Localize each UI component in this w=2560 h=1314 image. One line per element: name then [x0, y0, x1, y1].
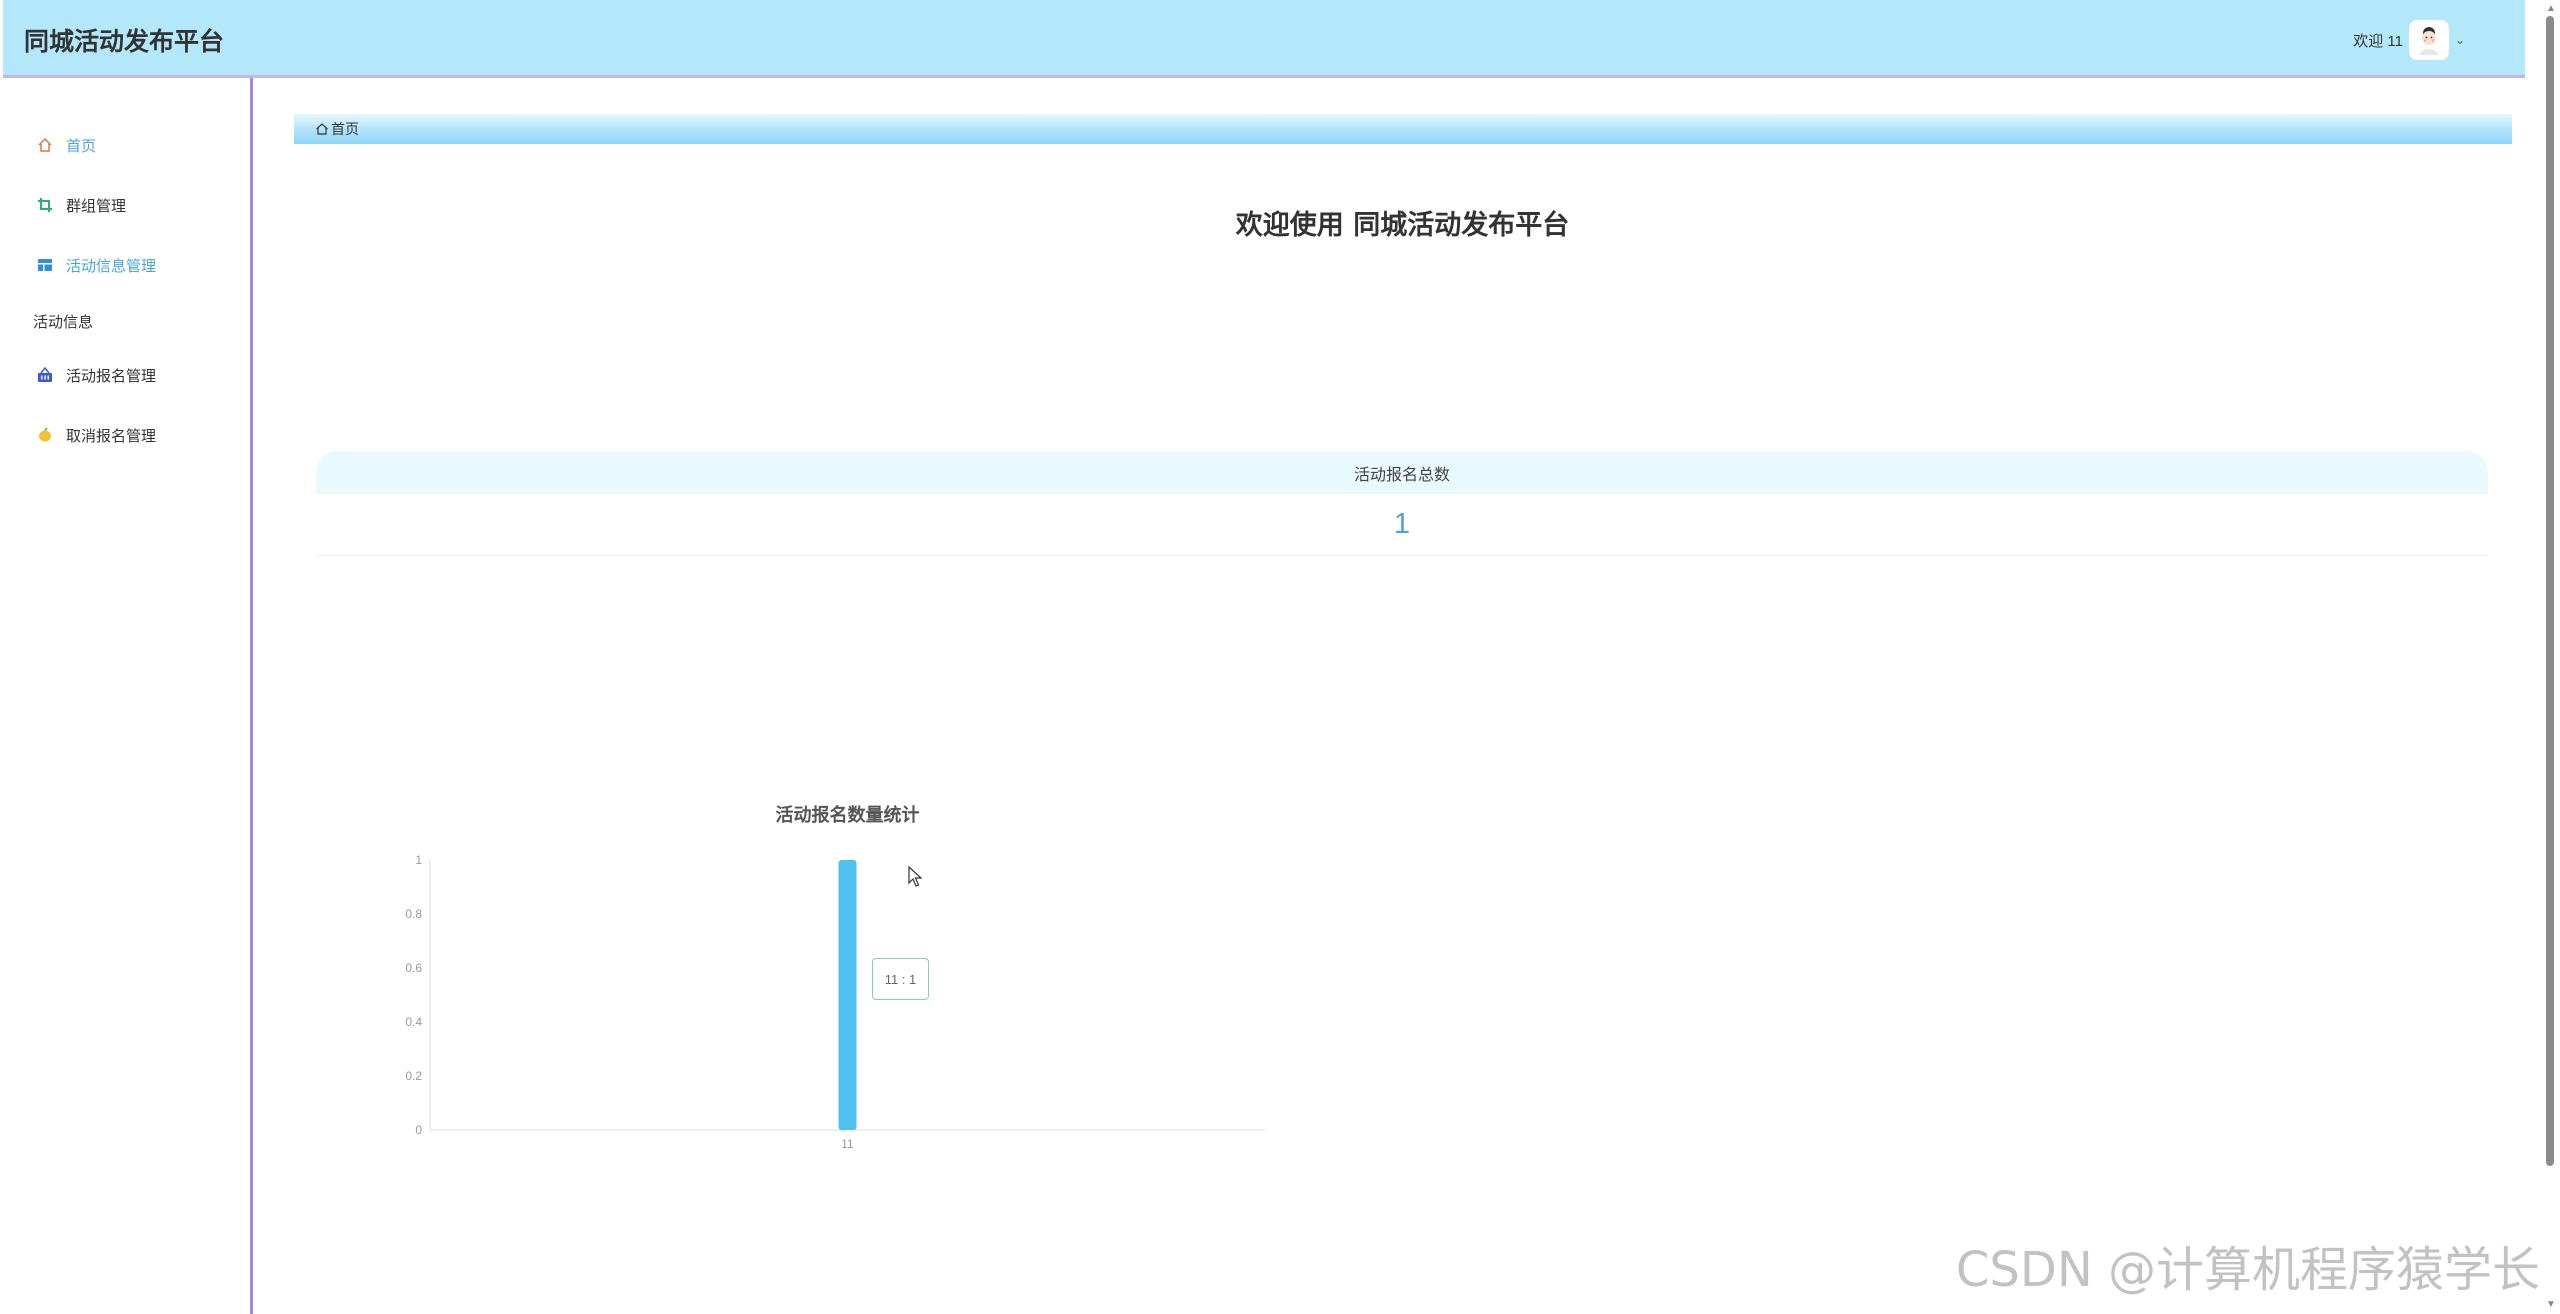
y-tick-label: 0 [415, 1123, 422, 1137]
breadcrumb-home[interactable]: 首页 [331, 119, 359, 139]
sidebar-item-activity-info[interactable]: 活动信息管理 [36, 251, 156, 279]
basket-icon [36, 366, 54, 384]
home-icon [36, 136, 54, 154]
y-tick-label: 0.4 [405, 1015, 422, 1029]
sidebar-group-activity: 活动信息 [33, 314, 94, 331]
y-tick-label: 0.2 [405, 1069, 422, 1083]
stat-label: 活动报名总数 [316, 451, 2488, 494]
page-scrollbar[interactable]: ▲ ▼ [2542, 0, 2560, 1314]
x-tick-label: 11 [841, 1137, 854, 1151]
table-icon [36, 256, 54, 274]
chart-bar [838, 860, 857, 1130]
sidebar-item-label: 首页 [66, 137, 97, 155]
scroll-thumb[interactable] [2546, 16, 2554, 1166]
sidebar-item-label: 活动信息管理 [66, 257, 157, 275]
chart-tooltip: 11 : 1 [872, 958, 929, 1000]
sidebar-item-home[interactable]: 首页 [36, 131, 96, 159]
top-header: 同城活动发布平台 欢迎 11 ⌄ [3, 0, 2525, 78]
avatar[interactable] [2408, 20, 2449, 60]
sidebar-item-cancel-registration[interactable]: 取消报名管理 [36, 421, 156, 449]
y-tick-label: 0.6 [405, 961, 422, 975]
user-avatar-icon [2419, 27, 2438, 55]
sidebar-item-label: 活动报名管理 [66, 367, 157, 385]
welcome-text: 欢迎 11 [2353, 32, 2403, 50]
chevron-down-icon[interactable]: ⌄ [2455, 33, 2465, 47]
stat-value: 1 [1393, 507, 1411, 540]
lemon-icon [36, 426, 54, 444]
chart-title: 活动报名数量统计 [775, 805, 920, 825]
y-tick-label: 0.8 [405, 907, 422, 921]
user-menu[interactable]: 欢迎 11 ⌄ [2353, 20, 2465, 60]
bar-chart: 00.20.40.60.8111 [405, 853, 1265, 1151]
scroll-down-icon[interactable]: ▼ [2546, 1300, 2556, 1310]
watermark: CSDN @计算机程序猿学长 [1955, 1242, 2540, 1298]
breadcrumb: 首页 [294, 114, 2512, 144]
sidebar-item-registration[interactable]: 活动报名管理 [36, 361, 156, 389]
y-tick-label: 1 [415, 853, 422, 867]
mouse-cursor-icon [908, 866, 923, 887]
sidebar-item-label: 取消报名管理 [66, 427, 157, 445]
sidebar: 首页 群组管理 活动信息管理 活动信息 活动报名管理 取消报名管理 [0, 78, 253, 1314]
home-icon [316, 123, 328, 135]
scroll-up-icon[interactable]: ▲ [2546, 4, 2556, 14]
page-title: 欢迎使用 同城活动发布平台 [1235, 210, 1570, 241]
stat-card: 活动报名总数 1 [316, 451, 2488, 556]
app-title: 同城活动发布平台 [24, 27, 225, 56]
